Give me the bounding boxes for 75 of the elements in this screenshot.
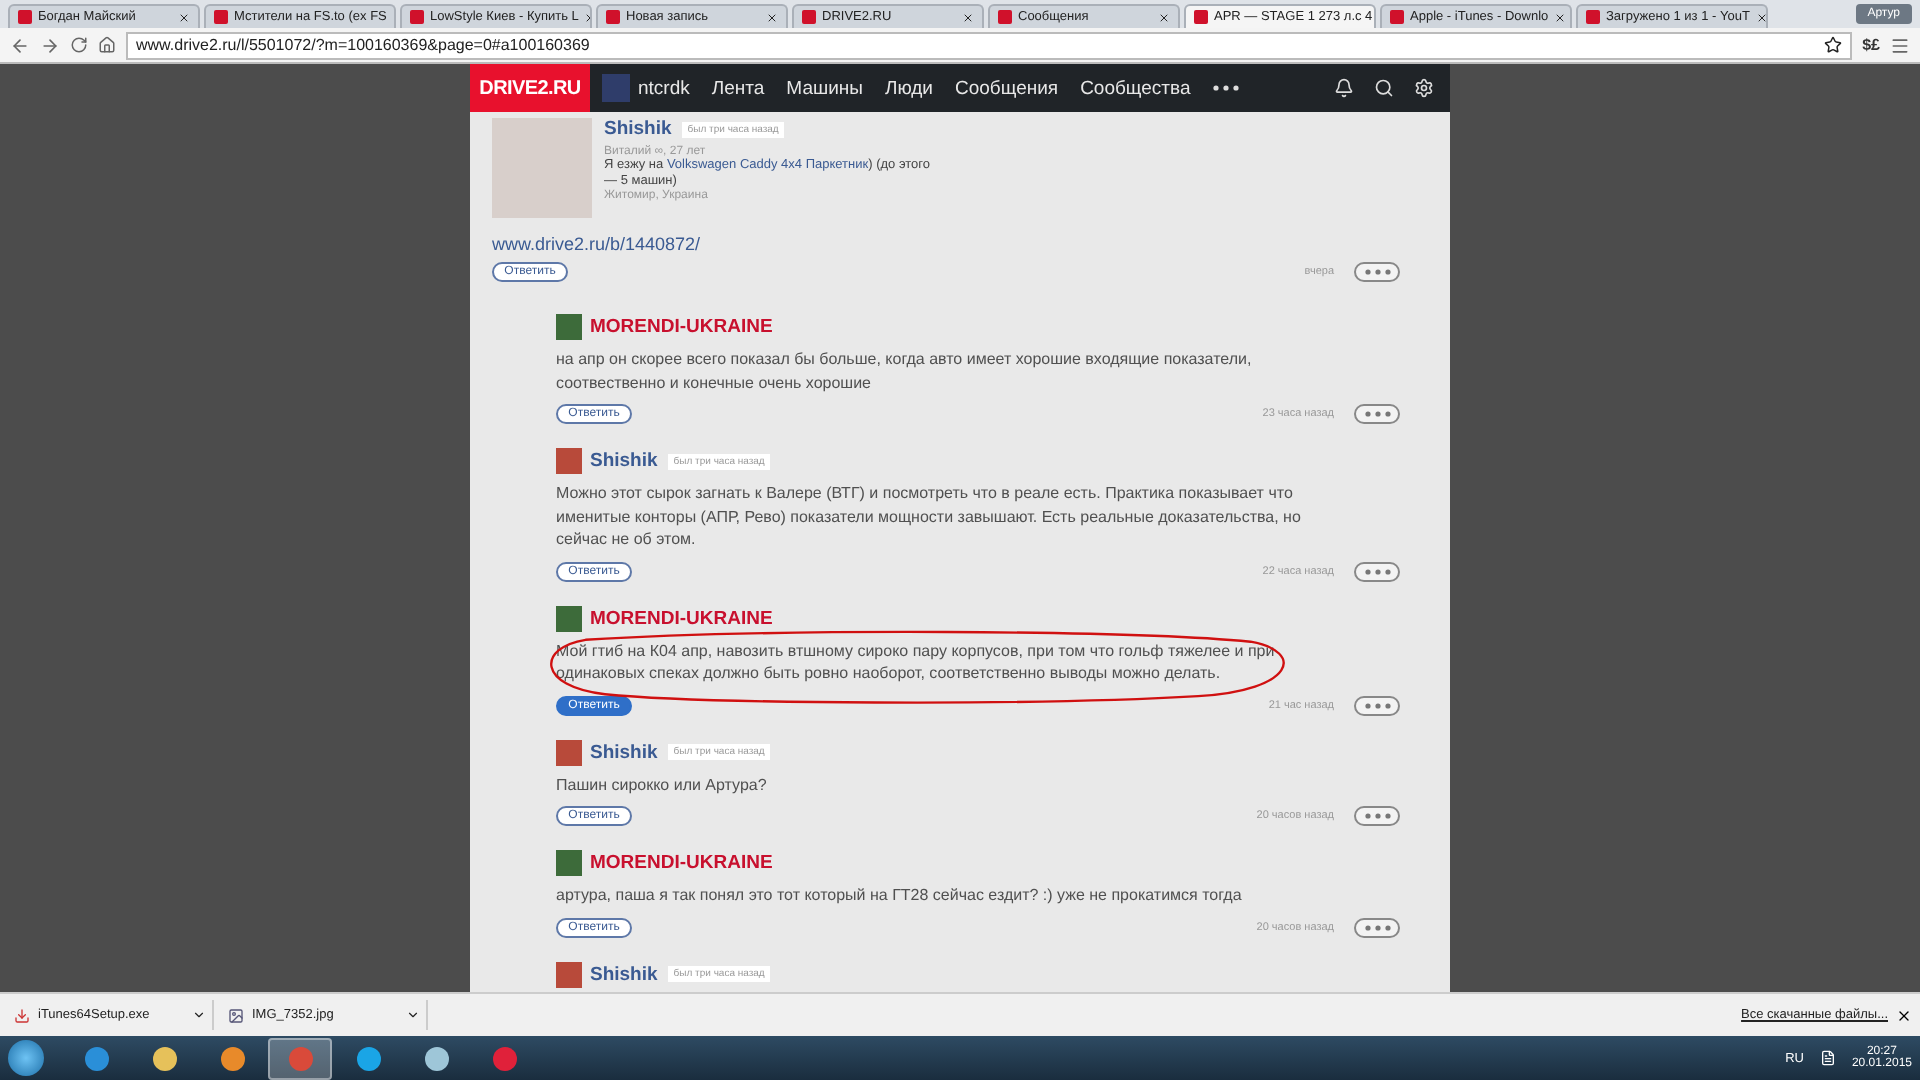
search-icon[interactable] bbox=[1374, 78, 1394, 98]
caret-icon[interactable] bbox=[192, 1008, 206, 1022]
image-icon bbox=[228, 1007, 244, 1023]
more-icon bbox=[1363, 410, 1391, 418]
close-icon[interactable] bbox=[1755, 11, 1766, 23]
author-link[interactable]: MORENDI-UKRAINE bbox=[590, 852, 773, 874]
comment-text: артура, паша я так понял это тот который на ГТ28 сейчас ездит? :) уже не прокатимся тогда bbox=[556, 884, 1244, 907]
more-icon bbox=[1363, 812, 1391, 820]
tray-icon[interactable] bbox=[1819, 1050, 1836, 1066]
more-button[interactable] bbox=[1354, 806, 1400, 826]
favicon-icon bbox=[606, 10, 620, 24]
settings-icon[interactable] bbox=[1414, 78, 1434, 98]
more-icon bbox=[1363, 923, 1391, 931]
close-icon[interactable] bbox=[1896, 1007, 1912, 1023]
author-link[interactable]: MORENDI-UKRAINE bbox=[590, 316, 773, 338]
author-link[interactable]: Shishik bbox=[590, 963, 658, 985]
more-button[interactable] bbox=[1354, 404, 1400, 424]
favicon-icon bbox=[802, 10, 816, 24]
avatar-image bbox=[556, 314, 582, 340]
comment-text: Пашин сирокко или Артура? bbox=[556, 773, 769, 796]
comment-text: Мой гтиб на К04 апр, навозить втшному сироко пару корпусов, при том что гольф тяжелее и при одинаковых спеках должно быть ровно наоборот, соответственно выводы можно делать. bbox=[556, 639, 1277, 685]
comment-text: Можно этот сырок загнать к Валере (ВТГ) и посмотреть что в реале есть. Практика показывает что именитые конторы (АПР, Рево) показатели мощности завышают. Есть реальные доказательства, но сейчас не об этом. bbox=[556, 482, 1303, 551]
post-link[interactable]: www.drive2.ru/b/1440872/ bbox=[492, 234, 1400, 254]
caret-icon[interactable] bbox=[406, 1008, 420, 1022]
more-button[interactable] bbox=[1354, 561, 1400, 581]
favicon-icon bbox=[1194, 10, 1208, 24]
bell-icon[interactable] bbox=[1334, 78, 1354, 98]
avatar-image bbox=[556, 850, 582, 876]
user-avatar bbox=[602, 74, 630, 102]
favicon-icon bbox=[18, 10, 32, 24]
favicon-icon bbox=[1586, 10, 1600, 24]
more-button[interactable] bbox=[1354, 695, 1400, 715]
more-icon bbox=[1363, 268, 1391, 276]
reload-icon[interactable] bbox=[70, 36, 88, 54]
avatar-image bbox=[556, 605, 582, 631]
author-link[interactable]: MORENDI-UKRAINE bbox=[590, 607, 773, 629]
nav-link[interactable]: Сообщения bbox=[955, 77, 1059, 99]
nav-link[interactable]: Сообщества bbox=[1080, 77, 1191, 99]
address-field[interactable]: www.drive2.ru/l/5501072/?m=100160369&page=0#a100160369 bbox=[126, 31, 1853, 59]
close-icon[interactable] bbox=[1158, 11, 1170, 23]
author-link[interactable]: Shishik bbox=[590, 741, 658, 763]
site-logo[interactable]: DRIVE2.RU bbox=[470, 64, 590, 112]
more-icon[interactable] bbox=[1212, 84, 1241, 92]
start-button[interactable] bbox=[8, 1040, 44, 1076]
more-button[interactable] bbox=[1354, 917, 1400, 937]
more-icon bbox=[1363, 567, 1391, 575]
favicon-icon bbox=[214, 10, 228, 24]
favicon-icon bbox=[1390, 10, 1404, 24]
forward-icon[interactable] bbox=[40, 35, 60, 55]
avatar-image bbox=[556, 961, 582, 987]
home-icon[interactable] bbox=[98, 36, 116, 54]
nav-link[interactable]: Лента bbox=[711, 77, 765, 99]
nav-link[interactable]: ntcrdk bbox=[638, 77, 690, 99]
favicon-icon bbox=[998, 10, 1012, 24]
back-icon[interactable] bbox=[10, 35, 30, 55]
extension-icon[interactable]: $£ bbox=[1862, 36, 1880, 54]
menu-icon[interactable] bbox=[1890, 35, 1910, 55]
close-icon[interactable] bbox=[766, 11, 778, 23]
author-link[interactable]: Shishik bbox=[604, 118, 672, 140]
close-icon[interactable] bbox=[1554, 11, 1567, 23]
favicon-icon bbox=[410, 10, 424, 24]
file-icon bbox=[14, 1007, 30, 1023]
nav-link[interactable]: Люди bbox=[884, 77, 933, 99]
close-icon[interactable] bbox=[962, 11, 974, 23]
taskbar-app-icon[interactable] bbox=[268, 1037, 332, 1079]
photo-placeholder bbox=[492, 118, 592, 218]
avatar-image bbox=[556, 739, 582, 765]
close-icon[interactable] bbox=[178, 11, 190, 23]
avatar-image bbox=[556, 448, 582, 474]
author-link[interactable]: Shishik bbox=[590, 450, 658, 472]
more-button[interactable] bbox=[1354, 262, 1400, 282]
more-icon bbox=[1363, 701, 1391, 709]
star-icon[interactable] bbox=[1824, 36, 1843, 54]
nav-link[interactable]: Машины bbox=[786, 77, 863, 99]
comment-text: на апр он скорее всего показал бы больше, когда авто имеет хорошие входящие показатели, соотвественно и конечные очень хорошие bbox=[556, 348, 1254, 394]
